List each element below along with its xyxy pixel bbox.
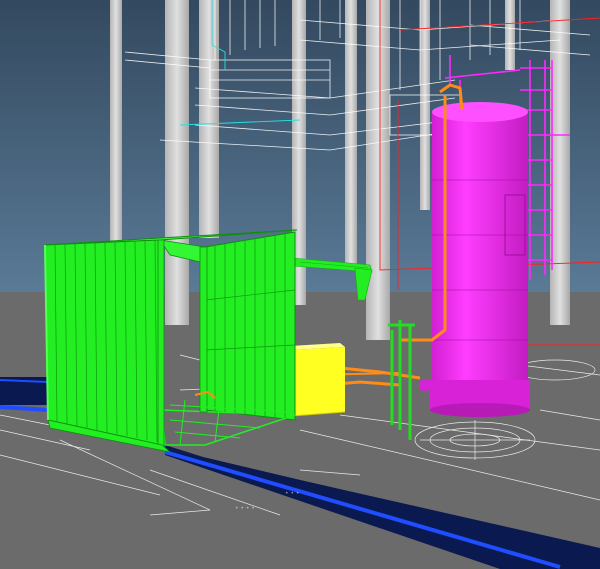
svg-text:• • • •: • • • • bbox=[235, 505, 255, 512]
plant-3d-scene[interactable]: • • • • • • • bbox=[0, 0, 600, 569]
3d-model-viewport[interactable]: • • • • • • • bbox=[0, 0, 600, 569]
svg-text:• • •: • • • bbox=[285, 490, 299, 497]
yellow-equipment-box[interactable] bbox=[290, 343, 346, 417]
magenta-vertical-tank[interactable] bbox=[419, 102, 530, 417]
